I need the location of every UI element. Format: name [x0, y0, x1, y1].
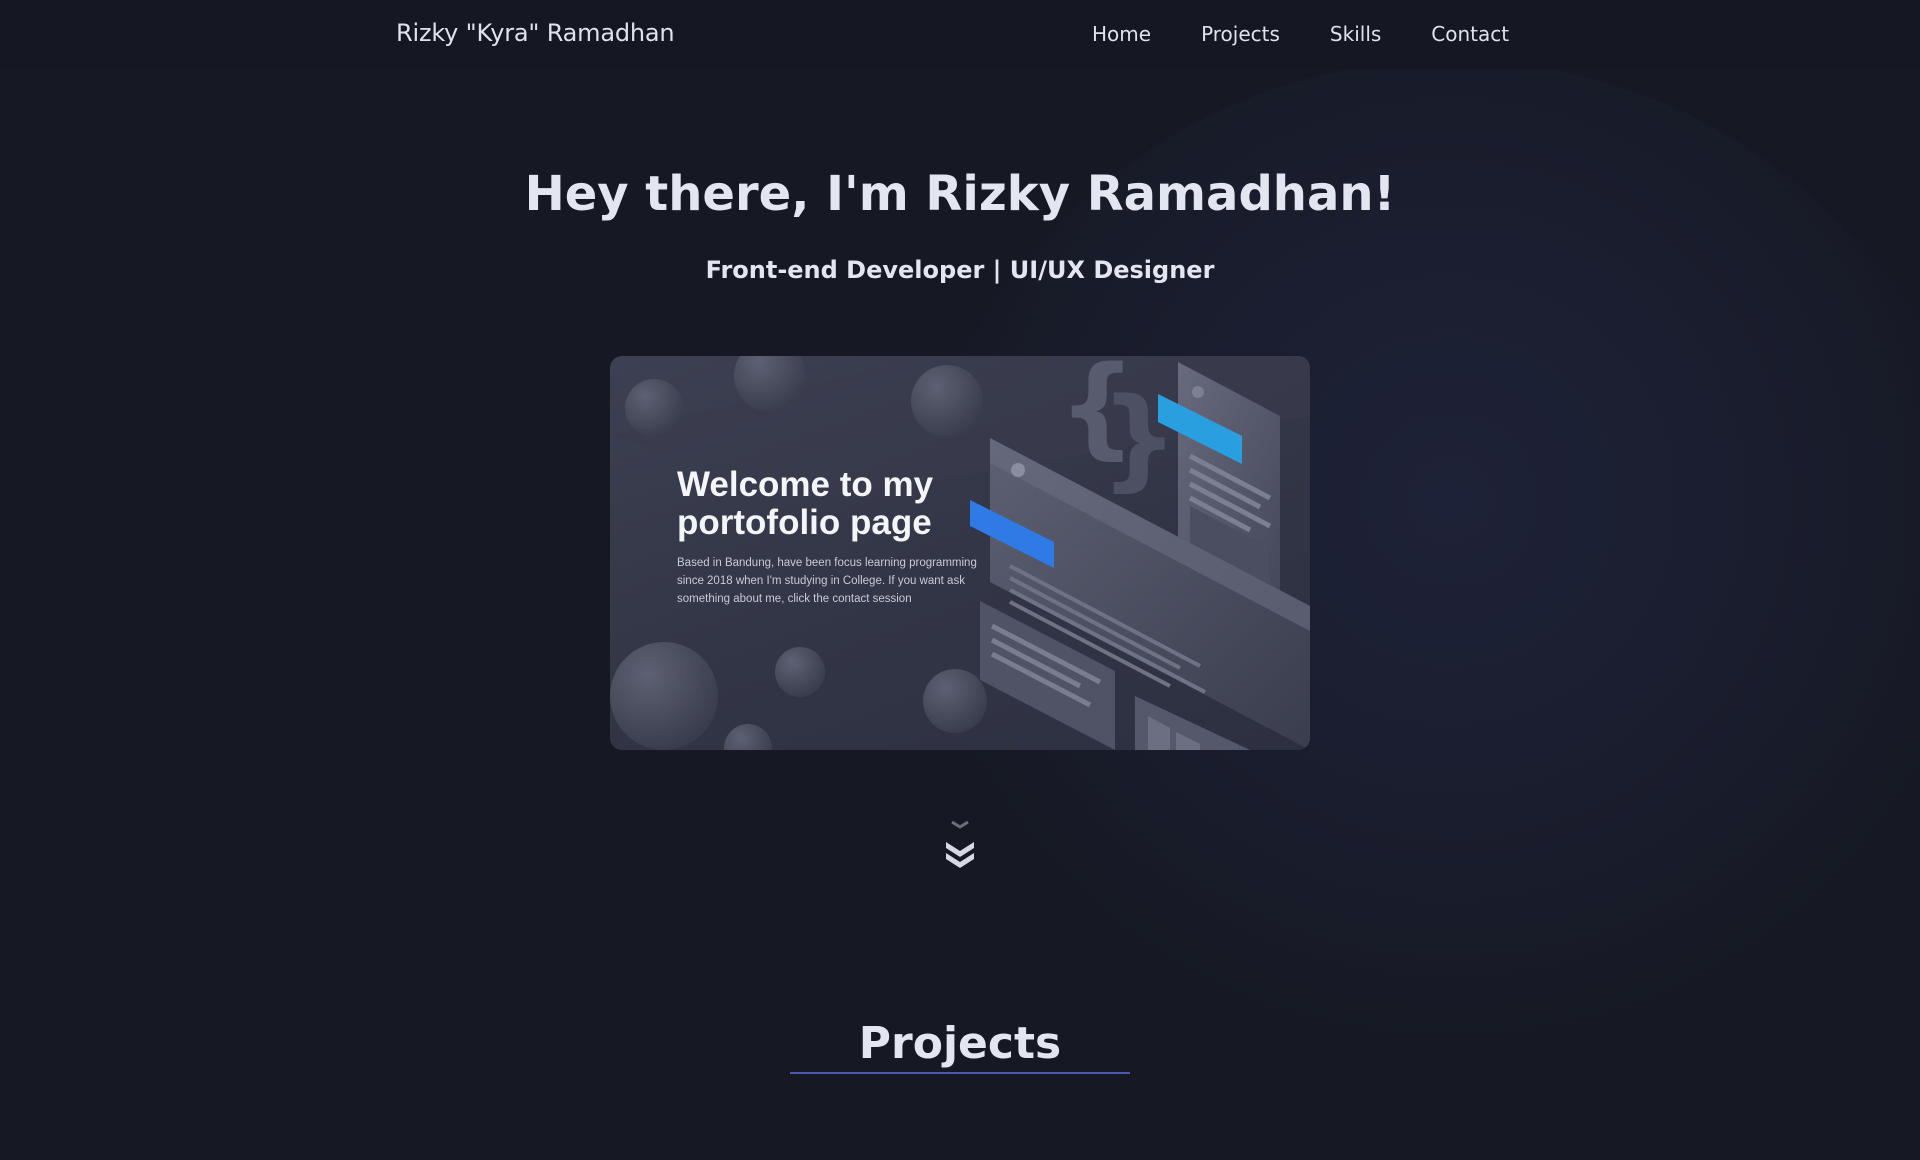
brand-name[interactable]: Rizky "Kyra" Ramadhan: [396, 19, 675, 47]
welcome-banner: { } Welcome to my portofolio page Based …: [610, 356, 1310, 750]
navbar: Rizky "Kyra" Ramadhan Home Projects Skil…: [0, 0, 1920, 69]
nav-links: Home Projects Skills Contact: [1092, 22, 1509, 46]
svg-text:}: }: [1100, 374, 1178, 502]
nav-link-skills[interactable]: Skills: [1330, 22, 1381, 46]
hero-title: Hey there, I'm Rizky Ramadhan!: [524, 166, 1396, 222]
hero-subtitle: Front-end Developer | UI/UX Designer: [705, 256, 1215, 284]
banner-illustration: { }: [610, 356, 1310, 750]
banner-title: Welcome to my portofolio page: [677, 465, 934, 542]
projects-title-underline: [790, 1072, 1130, 1074]
chevron-double-down-icon: [946, 820, 974, 868]
nav-link-contact[interactable]: Contact: [1431, 22, 1509, 46]
nav-link-projects[interactable]: Projects: [1201, 22, 1280, 46]
banner-description: Based in Bandung, have been focus learni…: [677, 557, 977, 605]
scroll-down-button[interactable]: [942, 820, 978, 870]
projects-section-title: Projects: [858, 1018, 1062, 1069]
nav-link-home[interactable]: Home: [1092, 22, 1151, 46]
